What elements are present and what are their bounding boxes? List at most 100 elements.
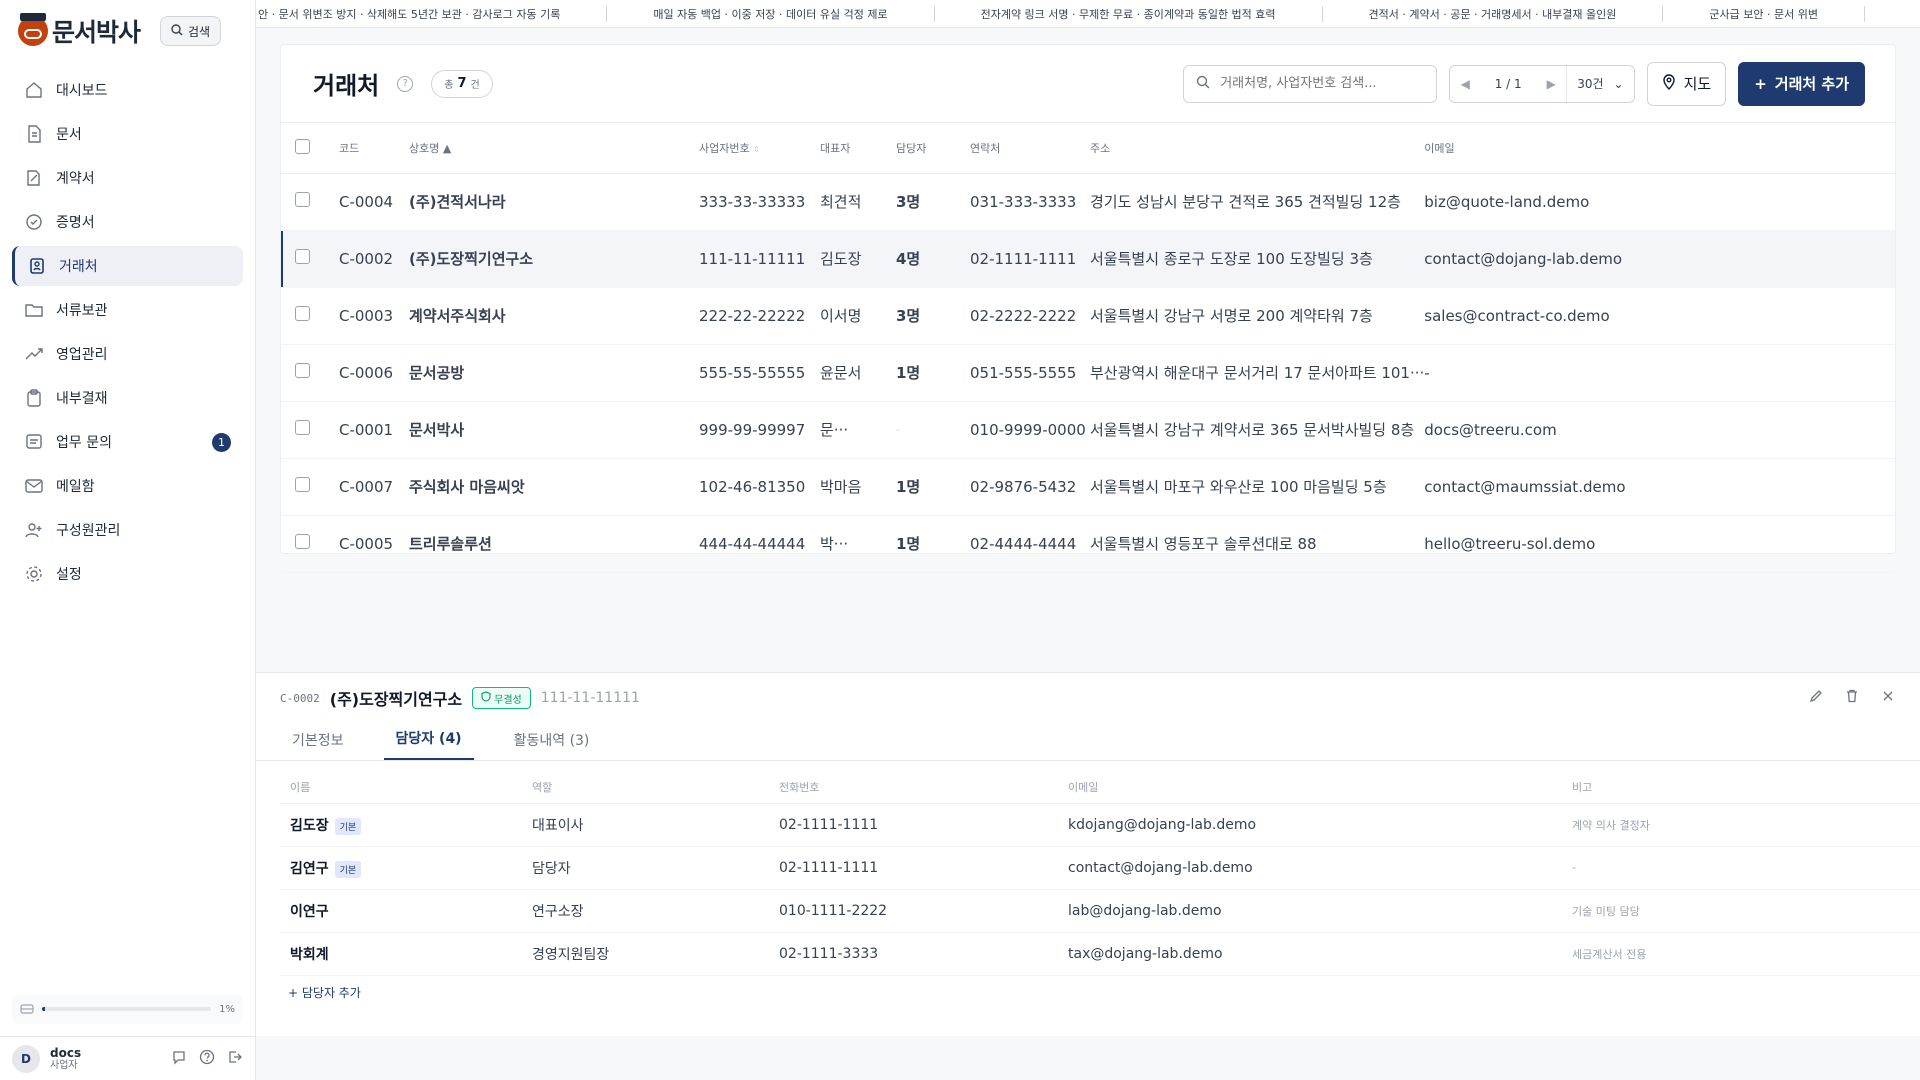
- cell-code: C-0001: [339, 401, 409, 459]
- cell-address: 서울특별시 영등포구 솔루션대로 88: [1090, 515, 1425, 573]
- col-email[interactable]: 이메일: [1424, 123, 1895, 174]
- detail-tab-1[interactable]: 담당자 (4): [383, 728, 474, 760]
- partner-search-input[interactable]: [1220, 76, 1421, 91]
- select-all-checkbox[interactable]: [295, 138, 310, 154]
- partner-list-card: 거래처 ? 총 7 건 ◀ 1 / 1 ▶ 30건: [280, 44, 1896, 573]
- next-page-button[interactable]: ▶: [1536, 77, 1566, 91]
- integrity-badge: 무결성: [472, 687, 531, 709]
- page-indicator: 1 / 1: [1494, 76, 1522, 91]
- sidebar-item-3[interactable]: 증명서: [12, 202, 243, 242]
- sidebar-item-label: 계약서: [56, 171, 95, 187]
- table-row[interactable]: C-0002 (주)도장찍기연구소 111-11-11111 김도장 4명 02-1111…: [281, 230, 1895, 288]
- col-phone[interactable]: 연락처: [970, 123, 1090, 174]
- cell-ceo: 최견적: [820, 173, 896, 231]
- row-checkbox[interactable]: [295, 534, 310, 549]
- contact-row[interactable]: 이연구 연구소장 010-1111-2222 lab@dojang-lab.demo 기…: [280, 889, 1920, 933]
- detail-header: C-0002 (주)도장찍기연구소 무결성 111-11-11111: [256, 673, 1920, 723]
- storage-icon: [20, 1000, 34, 1019]
- avatar[interactable]: D: [12, 1044, 40, 1073]
- row-checkbox[interactable]: [295, 420, 310, 435]
- row-checkbox[interactable]: [295, 306, 310, 321]
- sidebar-item-8[interactable]: 업무 문의 1: [12, 422, 243, 462]
- contact-row[interactable]: 김도장 기본 대표이사 02-1111-1111 kdojang@dojang-lab.…: [280, 803, 1920, 847]
- ticker-item: 매일 자동 백업 · 이중 저장 · 데이터 유실 걱정 제로: [607, 5, 935, 22]
- cell-address: 경기도 성남시 분당구 견적로 365 견적빌딩 12층: [1090, 173, 1425, 231]
- logout-icon[interactable]: [227, 1049, 243, 1069]
- col-name-label: 상호명: [409, 141, 440, 155]
- detail-code: C-0002: [280, 691, 320, 705]
- close-icon[interactable]: [1880, 688, 1896, 708]
- cell-email: sales@contract-co.demo: [1424, 287, 1895, 345]
- contact-name: 이연구: [290, 903, 329, 920]
- contact-header-row: 이름 역할 전화번호 이메일 비고: [280, 771, 1920, 804]
- contact-note: 계약 의사 결정자: [1562, 803, 1920, 847]
- cell-email: -: [1424, 344, 1895, 402]
- row-checkbox[interactable]: [295, 363, 310, 378]
- cell-phone: 02-4444-4444: [970, 515, 1090, 573]
- trash-icon[interactable]: [1844, 688, 1860, 708]
- col-code[interactable]: 코드: [339, 123, 409, 174]
- contact-table-body: 김도장 기본 대표이사 02-1111-1111 kdojang@dojang-lab.…: [280, 803, 1920, 976]
- col-ceo[interactable]: 대표자: [820, 123, 896, 174]
- main-area: 안 · 문서 위변조 방지 · 삭제해도 5년간 보관 · 감사로그 자동 기록…: [256, 0, 1920, 1080]
- mail-icon: [24, 476, 44, 496]
- table-row[interactable]: C-0007 주식회사 마음씨앗 102-46-81350 박마음 1명 02-9876-…: [281, 458, 1895, 516]
- partner-search-box: [1183, 64, 1438, 103]
- row-checkbox[interactable]: [295, 249, 310, 264]
- table-row[interactable]: C-0001 문서박사 999-99-99997 문··· -010-9999-0000…: [281, 401, 1895, 459]
- page-size-select[interactable]: 30건 ⌄: [1566, 65, 1633, 102]
- contact-phone: 010-1111-2222: [769, 889, 1058, 933]
- contact-email: lab@dojang-lab.demo: [1058, 889, 1562, 933]
- table-row[interactable]: C-0006 문서공방 555-55-55555 윤문서 1명 051-555-5555 부…: [281, 344, 1895, 402]
- sidebar-item-7[interactable]: 내부결재: [12, 378, 243, 418]
- partner-table: 코드 상호명 ▲ 사업자번호 ⇕ 대표자 담당자 연락처 주소 이메일 C-00…: [281, 123, 1895, 573]
- notification-badge: 1: [212, 433, 231, 452]
- cell-biz: 102-46-81350: [699, 458, 820, 516]
- table-header-row: 코드 상호명 ▲ 사업자번호 ⇕ 대표자 담당자 연락처 주소 이메일: [281, 123, 1895, 174]
- table-row[interactable]: C-0004 (주)견적서나라 333-33-33333 최견적 3명 031-333-3…: [281, 173, 1895, 231]
- cell-email: biz@quote-land.demo: [1424, 173, 1895, 231]
- col-biz[interactable]: 사업자번호 ⇕: [699, 123, 820, 174]
- prev-page-button[interactable]: ◀: [1450, 77, 1480, 91]
- add-contact-button[interactable]: + 담당자 추가: [288, 984, 1920, 1001]
- edit-icon[interactable]: [1808, 688, 1824, 708]
- app-logo[interactable]: 문서박사: [18, 13, 141, 49]
- sidebar-item-6[interactable]: 영업관리: [12, 334, 243, 374]
- add-partner-button[interactable]: + 거래처 추가: [1738, 61, 1865, 106]
- sidebar-item-label: 영업관리: [56, 347, 108, 363]
- contact-row[interactable]: 박회계 경영지원팀장 02-1111-3333 tax@dojang-lab.demo…: [280, 932, 1920, 976]
- cell-biz: 333-33-33333: [699, 173, 820, 231]
- sidebar-item-5[interactable]: 서류보관: [12, 290, 243, 330]
- contact-row[interactable]: 김연구 기본 담당자 02-1111-1111 contact@dojang-lab.d…: [280, 846, 1920, 890]
- row-checkbox[interactable]: [295, 477, 310, 492]
- sidebar-item-10[interactable]: 구성원관리: [12, 510, 243, 550]
- detail-tab-0[interactable]: 기본정보: [280, 730, 356, 760]
- sidebar-item-0[interactable]: 대시보드: [12, 70, 243, 110]
- global-search-button[interactable]: 검색: [160, 16, 222, 46]
- sidebar-item-9[interactable]: 메일함: [12, 466, 243, 506]
- search-icon: [171, 23, 183, 39]
- contact-email: tax@dojang-lab.demo: [1058, 932, 1562, 976]
- detail-tab-2[interactable]: 활동내역 (3): [502, 730, 602, 760]
- sidebar-item-11[interactable]: 설정: [12, 554, 243, 594]
- row-checkbox[interactable]: [295, 192, 310, 207]
- col-address[interactable]: 주소: [1090, 123, 1425, 174]
- col-staff[interactable]: 담당자: [896, 123, 970, 174]
- table-row[interactable]: C-0005 트리루솔루션 444-44-44444 박··· 1명 02-4444-44…: [281, 515, 1895, 573]
- chat-icon[interactable]: [171, 1049, 187, 1069]
- col-name[interactable]: 상호명 ▲: [409, 123, 699, 174]
- help-circle-icon[interactable]: ?: [397, 75, 414, 92]
- map-button[interactable]: 지도: [1646, 61, 1727, 106]
- contact-role: 대표이사: [522, 803, 769, 847]
- sidebar-item-2[interactable]: 계약서: [12, 158, 243, 198]
- sidebar-item-4[interactable]: 거래처: [12, 246, 243, 286]
- gear-icon: [24, 564, 44, 584]
- announcement-ticker: 안 · 문서 위변조 방지 · 삭제해도 5년간 보관 · 감사로그 자동 기록…: [256, 0, 1920, 28]
- contact-role: 담당자: [522, 846, 769, 890]
- folder-icon: [24, 300, 44, 320]
- total-count-badge: 총 7 건: [431, 69, 493, 98]
- cell-ceo: 문···: [820, 401, 896, 459]
- help-icon[interactable]: [199, 1049, 215, 1069]
- table-row[interactable]: C-0003 계약서주식회사 222-22-22222 이서명 3명 02-2222-22…: [281, 287, 1895, 345]
- sidebar-item-1[interactable]: 문서: [12, 114, 243, 154]
